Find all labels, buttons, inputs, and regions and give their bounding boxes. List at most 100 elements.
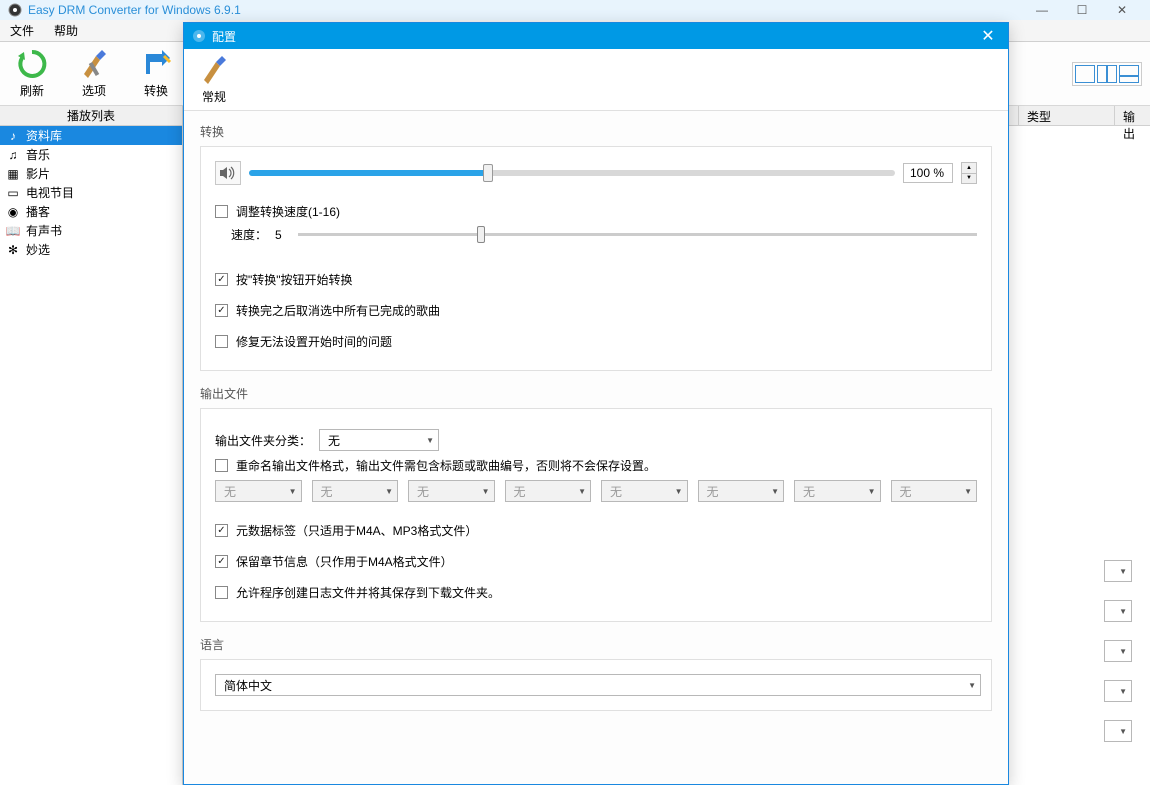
chevron-down-icon: ▼ <box>426 436 434 445</box>
options-icon <box>78 48 110 80</box>
start-convert-label: 按"转换"按钮开始转换 <box>236 271 353 288</box>
refresh-icon <box>16 48 48 80</box>
book-icon: 📖 <box>6 224 20 238</box>
sidebar-item-label: 音乐 <box>26 146 50 163</box>
menu-file[interactable]: 文件 <box>6 20 38 41</box>
close-button[interactable]: ✕ <box>1102 0 1142 20</box>
minimize-button[interactable]: — <box>1022 0 1062 20</box>
rename-field-1[interactable]: 无▼ <box>215 480 302 502</box>
bg-dropdown[interactable]: ▼ <box>1104 600 1132 622</box>
rename-field-4[interactable]: 无▼ <box>505 480 592 502</box>
sidebar-item-label: 播客 <box>26 203 50 220</box>
section-language: 简体中文 ▼ <box>200 659 992 711</box>
sidebar-item-label: 资料库 <box>26 127 62 144</box>
speed-slider[interactable] <box>298 233 977 236</box>
tv-icon: ▭ <box>6 186 20 200</box>
gear-icon: ✻ <box>6 243 20 257</box>
bg-dropdown[interactable]: ▼ <box>1104 720 1132 742</box>
view-toggle-3[interactable] <box>1119 65 1139 83</box>
bg-dropdown[interactable]: ▼ <box>1104 680 1132 702</box>
uncheck-done-checkbox[interactable] <box>215 304 228 317</box>
metadata-checkbox[interactable] <box>215 524 228 537</box>
sidebar-item-tv[interactable]: ▭ 电视节目 <box>0 183 182 202</box>
sidebar: 播放列表 ♪ 资料库 ♫ 音乐 ▦ 影片 ▭ 电视节目 ◉ 播客 📖 有声书 ✻… <box>0 106 183 785</box>
logfile-checkbox[interactable] <box>215 586 228 599</box>
sidebar-item-label: 妙选 <box>26 241 50 258</box>
dialog-titlebar: 配置 ✕ <box>184 23 1008 49</box>
library-icon: ♪ <box>6 129 20 143</box>
config-dialog: 配置 ✕ 常规 转换 100 % ▲▼ <box>183 22 1009 785</box>
start-convert-checkbox[interactable] <box>215 273 228 286</box>
sidebar-item-label: 有声书 <box>26 222 62 239</box>
view-toggle-2[interactable] <box>1097 65 1117 83</box>
dialog-title: 配置 <box>212 28 976 45</box>
fix-time-checkbox[interactable] <box>215 335 228 348</box>
sidebar-item-audiobook[interactable]: 📖 有声书 <box>0 221 182 240</box>
col-type[interactable]: 类型 <box>1018 106 1114 125</box>
chapter-checkbox[interactable] <box>215 555 228 568</box>
logfile-label: 允许程序创建日志文件并将其保存到下载文件夹。 <box>236 584 500 601</box>
speed-prefix: 速度： <box>231 226 267 243</box>
sidebar-item-podcast[interactable]: ◉ 播客 <box>0 202 182 221</box>
metadata-label: 元数据标签（只适用于M4A、MP3格式文件） <box>236 522 477 539</box>
section-output-title: 输出文件 <box>200 385 992 402</box>
volume-value[interactable]: 100 % <box>903 163 953 183</box>
general-tab-label: 常规 <box>202 88 226 105</box>
speed-value: 5 <box>275 228 282 242</box>
rename-field-5[interactable]: 无▼ <box>601 480 688 502</box>
view-toggles <box>1072 62 1142 86</box>
convert-icon <box>140 48 172 80</box>
podcast-icon: ◉ <box>6 205 20 219</box>
options-button[interactable]: 选项 <box>70 46 118 101</box>
dialog-body: 转换 100 % ▲▼ 调整转换速度(1-16) 速度： 5 <box>184 111 1008 784</box>
dialog-close-button[interactable]: ✕ <box>976 24 1000 48</box>
sidebar-item-label: 电视节目 <box>26 184 74 201</box>
menu-help[interactable]: 帮助 <box>50 20 82 41</box>
uncheck-done-label: 转换完之后取消选中所有已完成的歌曲 <box>236 302 440 319</box>
refresh-label: 刷新 <box>20 82 44 99</box>
dialog-icon <box>192 29 206 43</box>
tools-icon <box>198 54 230 86</box>
sidebar-item-music[interactable]: ♫ 音乐 <box>0 145 182 164</box>
section-convert-title: 转换 <box>200 123 992 140</box>
rename-field-2[interactable]: 无▼ <box>312 480 399 502</box>
sidebar-item-genius[interactable]: ✻ 妙选 <box>0 240 182 259</box>
folder-sort-value: 无 <box>328 432 340 449</box>
view-toggle-1[interactable] <box>1075 65 1095 83</box>
rename-field-6[interactable]: 无▼ <box>698 480 785 502</box>
language-value: 简体中文 <box>224 677 272 694</box>
sidebar-item-movies[interactable]: ▦ 影片 <box>0 164 182 183</box>
bg-dropdown[interactable]: ▼ <box>1104 640 1132 662</box>
rename-field-3[interactable]: 无▼ <box>408 480 495 502</box>
options-label: 选项 <box>82 82 106 99</box>
rename-label: 重命名输出文件格式，输出文件需包含标题或歌曲编号，否则将不会保存设置。 <box>236 457 656 474</box>
sidebar-item-label: 影片 <box>26 165 50 182</box>
convert-button[interactable]: 转换 <box>132 46 180 101</box>
music-icon: ♫ <box>6 148 20 162</box>
adjust-speed-label: 调整转换速度(1-16) <box>236 203 340 220</box>
folder-sort-label: 输出文件夹分类： <box>215 432 311 449</box>
convert-label: 转换 <box>144 82 168 99</box>
section-language-title: 语言 <box>200 636 992 653</box>
sidebar-item-library[interactable]: ♪ 资料库 <box>0 126 182 145</box>
chapter-label: 保留章节信息（只作用于M4A格式文件） <box>236 553 453 570</box>
rename-field-8[interactable]: 无▼ <box>891 480 978 502</box>
language-dropdown[interactable]: 简体中文 ▼ <box>215 674 981 696</box>
rename-checkbox[interactable] <box>215 459 228 472</box>
window-title: Easy DRM Converter for Windows 6.9.1 <box>28 3 1022 17</box>
bg-dropdown-stubs: ▼ ▼ ▼ ▼ ▼ <box>1104 560 1132 742</box>
rename-field-7[interactable]: 无▼ <box>794 480 881 502</box>
volume-spinner[interactable]: ▲▼ <box>961 162 977 184</box>
folder-sort-dropdown[interactable]: 无 ▼ <box>319 429 439 451</box>
adjust-speed-checkbox[interactable] <box>215 205 228 218</box>
volume-slider[interactable] <box>249 170 895 176</box>
maximize-button[interactable]: ☐ <box>1062 0 1102 20</box>
chevron-down-icon: ▼ <box>968 681 976 690</box>
col-output[interactable]: 输出 <box>1114 106 1150 125</box>
main-titlebar: Easy DRM Converter for Windows 6.9.1 — ☐… <box>0 0 1150 20</box>
bg-dropdown[interactable]: ▼ <box>1104 560 1132 582</box>
dialog-toolbar: 常规 <box>184 49 1008 111</box>
general-tab[interactable]: 常规 <box>192 54 236 105</box>
refresh-button[interactable]: 刷新 <box>8 46 56 101</box>
volume-icon <box>215 161 241 185</box>
